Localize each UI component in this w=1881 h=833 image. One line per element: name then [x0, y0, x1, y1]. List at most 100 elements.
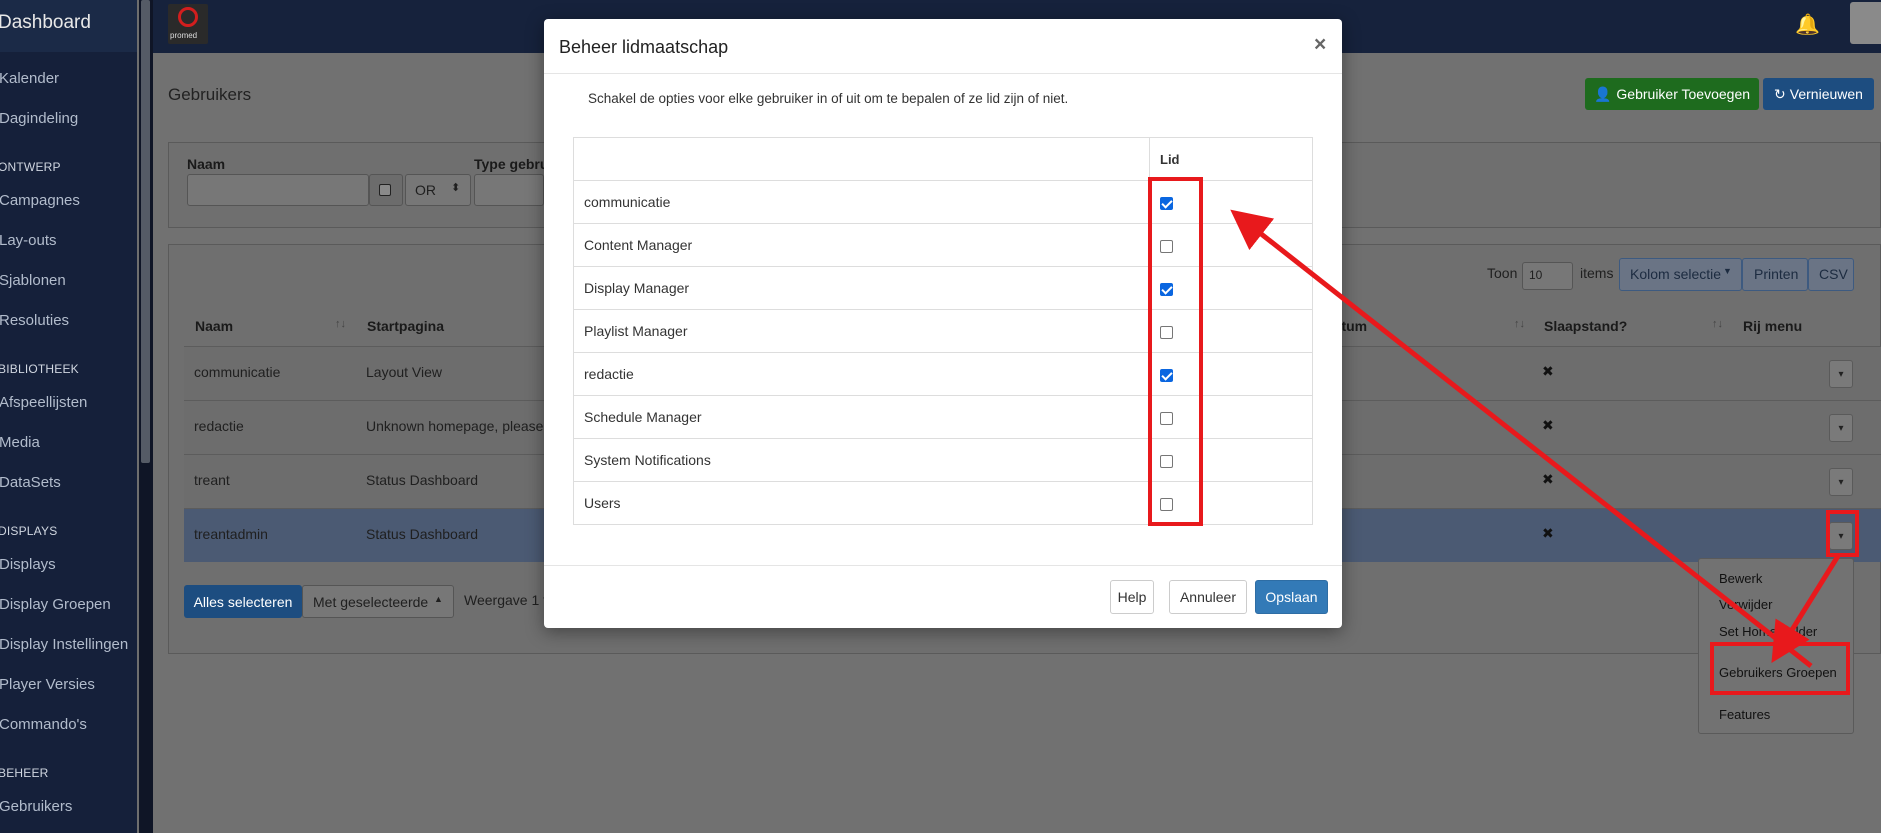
col-header-sleep[interactable]: Slaapstand? — [1544, 318, 1627, 334]
sidebar-item[interactable]: Dagindeling — [0, 110, 78, 127]
modal-header: Beheer lidmaatschap × — [544, 19, 1342, 74]
modal-intro-text: Schakel de opties voor elke gebruiker in… — [588, 91, 1069, 106]
sort-icon-date[interactable]: ↑↓ — [1514, 318, 1525, 330]
row-menu-button[interactable]: ▾ — [1829, 360, 1853, 388]
sidebar-item[interactable]: DataSets — [0, 474, 61, 491]
close-icon[interactable]: × — [1314, 33, 1326, 57]
refresh-button[interactable]: ↻ Vernieuwen — [1763, 78, 1874, 110]
cancel-label: Annuleer — [1179, 589, 1237, 605]
filter-exact-checkbox[interactable] — [379, 184, 391, 196]
select-all-button[interactable]: Alles selecteren — [184, 585, 302, 618]
add-user-icon: 👤 — [1593, 85, 1612, 102]
sidebar-item[interactable]: Resoluties — [0, 312, 69, 329]
row-homepage: Status Dashboard — [366, 526, 479, 542]
sidebar-item[interactable]: Lay-outs — [0, 232, 57, 249]
save-label: Opslaan — [1265, 589, 1318, 605]
filter-type-select[interactable] — [474, 174, 544, 206]
row-homepage: Layout View — [366, 364, 443, 380]
menu-item-edit[interactable]: Bewerk — [1719, 571, 1762, 586]
filter-operator-caret-icon: ⬍ — [451, 182, 461, 194]
add-user-button[interactable]: 👤 Gebruiker Toevoegen — [1585, 78, 1759, 110]
help-button[interactable]: Help — [1110, 580, 1154, 614]
chevron-down-icon: ▾ — [1838, 422, 1844, 434]
group-name: System Notifications — [573, 438, 1150, 482]
add-user-label: Gebruiker Toevoegen — [1616, 86, 1751, 102]
pagination-info: Weergave 1 t — [464, 592, 548, 608]
row-name: redactie — [194, 418, 244, 434]
row-menu-button[interactable]: ▾ — [1829, 468, 1853, 496]
col-header-homepage[interactable]: Startpagina — [367, 318, 444, 334]
row-homepage: Status Dashboard — [366, 472, 479, 488]
group-name: communicatie — [573, 180, 1150, 224]
sidebar-section-heading: ONTWERP — [0, 160, 61, 174]
column-select-label: Kolom selectie — [1630, 266, 1722, 282]
sidebar-item[interactable]: Player Versies — [0, 676, 95, 693]
sleep-status-x-icon: ✖ — [1542, 471, 1554, 487]
group-name: Schedule Manager — [573, 395, 1150, 439]
filter-type-label: Type gebrui — [474, 156, 553, 172]
sidebar-item[interactable]: Sjablonen — [0, 272, 66, 289]
group-name: Display Manager — [573, 266, 1150, 310]
logo-text: promed — [170, 31, 198, 40]
group-name: redactie — [573, 352, 1150, 396]
row-menu-button[interactable]: ▾ — [1829, 414, 1853, 442]
sidebar-item[interactable]: Media — [0, 434, 40, 451]
help-label: Help — [1117, 589, 1147, 605]
menu-item-set-home-folder[interactable]: Set Home Folder — [1719, 624, 1817, 639]
menu-item-delete[interactable]: Verwijder — [1719, 597, 1772, 612]
group-name: Users — [573, 481, 1150, 525]
with-selected-label: Met geselecteerde — [313, 594, 429, 610]
user-avatar[interactable] — [1850, 2, 1881, 44]
sidebar-item[interactable]: Kalender — [0, 70, 59, 87]
sidebar-item[interactable]: Commando's — [0, 716, 87, 733]
annotation-checkbox-column-box — [1148, 177, 1203, 526]
sidebar-scrollbar-thumb[interactable] — [141, 0, 150, 463]
modal-title: Beheer lidmaatschap — [559, 37, 729, 57]
annotation-groups-menu-item-box — [1710, 642, 1850, 695]
refresh-icon: ↻ — [1774, 85, 1786, 102]
sidebar: Dashboard Kalender Dagindeling ONTWERP Camp… — [0, 0, 137, 833]
sidebar-item[interactable]: Gebruikers — [0, 798, 72, 815]
sidebar-section-heading: BEHEER — [0, 766, 49, 780]
membership-table-header: Lid — [573, 137, 1313, 181]
group-name: Playlist Manager — [573, 309, 1150, 353]
membership-modal: Beheer lidmaatschap × Schakel de opties … — [544, 19, 1342, 628]
sleep-status-x-icon: ✖ — [1542, 417, 1554, 433]
refresh-label: Vernieuwen — [1789, 86, 1863, 102]
modal-footer-divider — [544, 565, 1342, 566]
sleep-status-x-icon: ✖ — [1542, 525, 1554, 541]
sleep-status-x-icon: ✖ — [1542, 363, 1554, 379]
page-size-value: 10 — [1529, 268, 1543, 282]
sidebar-item[interactable]: Display Instellingen — [0, 636, 128, 653]
sidebar-item[interactable]: Display Groepen — [0, 596, 111, 613]
items-label: items — [1580, 265, 1614, 281]
col-header-name[interactable]: Naam — [195, 318, 233, 334]
sidebar-section-heading: DISPLAYS — [0, 524, 58, 538]
col-header-row-menu: Rij menu — [1743, 318, 1803, 334]
brand-logo[interactable]: promed — [168, 4, 208, 44]
sidebar-section-heading: BIBLIOTHEEK — [0, 362, 79, 376]
sidebar-item[interactable]: Campagnes — [0, 192, 80, 209]
page-title: Gebruikers — [168, 85, 252, 104]
row-name: communicatie — [194, 364, 281, 380]
chevron-down-icon: ▾ — [1838, 368, 1844, 380]
sort-icon-name[interactable]: ↑↓ — [335, 318, 346, 330]
group-name: Content Manager — [573, 223, 1150, 267]
filter-name-label: Naam — [187, 156, 226, 172]
save-button[interactable]: Opslaan — [1255, 580, 1328, 614]
sidebar-brand[interactable]: Dashboard — [0, 12, 91, 34]
row-name: treantadmin — [194, 526, 268, 542]
cancel-button[interactable]: Annuleer — [1169, 580, 1247, 614]
filter-operator-value: OR — [415, 182, 436, 198]
sort-icon-sleep[interactable]: ↑↓ — [1712, 318, 1723, 330]
filter-name-input[interactable] — [187, 174, 369, 206]
chevron-down-icon: ▾ — [1838, 476, 1844, 488]
logo-mark — [178, 7, 198, 27]
page-size-label: Toon — [1487, 265, 1518, 281]
print-label: Printen — [1754, 266, 1799, 282]
bell-icon[interactable]: 🔔 — [1795, 12, 1820, 37]
menu-item-features[interactable]: Features — [1719, 707, 1770, 722]
sidebar-item[interactable]: Displays — [0, 556, 56, 573]
column-select-caret-icon: ▼ — [1723, 266, 1732, 276]
sidebar-item[interactable]: Afspeellijsten — [0, 394, 87, 411]
